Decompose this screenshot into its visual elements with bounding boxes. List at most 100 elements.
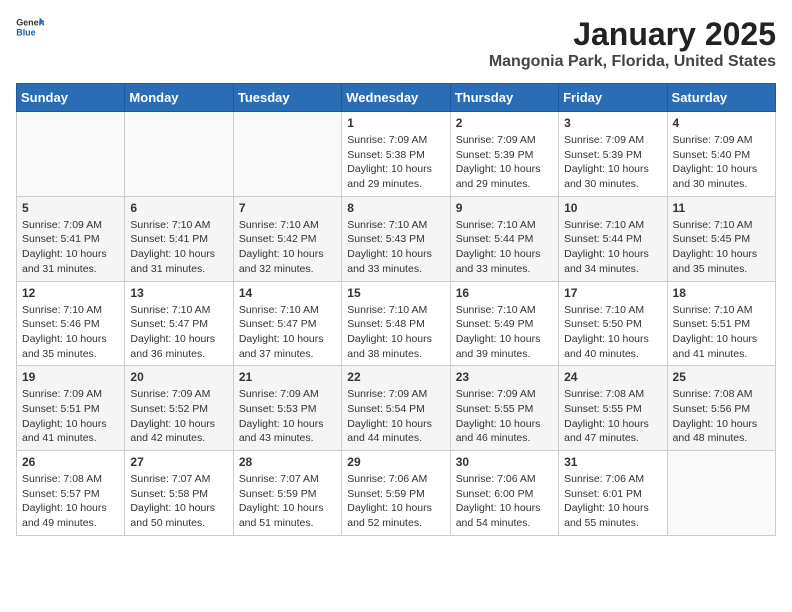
day-info: Sunrise: 7:10 AM Sunset: 5:44 PM Dayligh… bbox=[564, 218, 661, 277]
day-info: Sunrise: 7:09 AM Sunset: 5:54 PM Dayligh… bbox=[347, 387, 444, 446]
location-title: Mangonia Park, Florida, United States bbox=[489, 53, 776, 71]
calendar-header-row: SundayMondayTuesdayWednesdayThursdayFrid… bbox=[17, 84, 776, 112]
calendar-week-row: 5 Sunrise: 7:09 AM Sunset: 5:41 PM Daylig… bbox=[17, 196, 776, 281]
calendar-cell: 2Sunrise: 7:09 AM Sunset: 5:39 PM Daylig… bbox=[450, 112, 558, 197]
day-info: Sunrise: 7:06 AM Sunset: 5:59 PM Dayligh… bbox=[347, 472, 444, 531]
calendar-cell: 18 Sunrise: 7:10 AM Sunset: 5:51 PM Dayli… bbox=[667, 281, 775, 366]
calendar-cell: 16Sunrise: 7:10 AM Sunset: 5:49 PM Dayli… bbox=[450, 281, 558, 366]
calendar-cell bbox=[233, 112, 341, 197]
calendar-cell: 17 Sunrise: 7:10 AM Sunset: 5:50 PM Dayli… bbox=[559, 281, 667, 366]
day-info: Sunrise: 7:09 AM Sunset: 5:38 PM Dayligh… bbox=[347, 133, 444, 192]
day-number: 13 bbox=[130, 286, 227, 300]
day-number: 17 bbox=[564, 286, 661, 300]
calendar-header-monday: Monday bbox=[125, 84, 233, 112]
day-number: 5 bbox=[22, 201, 119, 215]
logo-icon: General Blue bbox=[16, 16, 44, 38]
day-info: Sunrise: 7:07 AM Sunset: 5:58 PM Dayligh… bbox=[130, 472, 227, 531]
calendar-cell: 21 Sunrise: 7:09 AM Sunset: 5:53 PM Dayli… bbox=[233, 366, 341, 451]
calendar-cell: 5 Sunrise: 7:09 AM Sunset: 5:41 PM Daylig… bbox=[17, 196, 125, 281]
day-number: 30 bbox=[456, 455, 553, 469]
day-number: 14 bbox=[239, 286, 336, 300]
day-info: Sunrise: 7:10 AM Sunset: 5:49 PM Dayligh… bbox=[456, 303, 553, 362]
calendar-week-row: 19 Sunrise: 7:09 AM Sunset: 5:51 PM Dayli… bbox=[17, 366, 776, 451]
day-number: 8 bbox=[347, 201, 444, 215]
calendar-table: SundayMondayTuesdayWednesdayThursdayFrid… bbox=[16, 83, 776, 536]
day-info: Sunrise: 7:09 AM Sunset: 5:53 PM Dayligh… bbox=[239, 387, 336, 446]
calendar-header-tuesday: Tuesday bbox=[233, 84, 341, 112]
day-number: 24 bbox=[564, 370, 661, 384]
day-info: Sunrise: 7:09 AM Sunset: 5:52 PM Dayligh… bbox=[130, 387, 227, 446]
calendar-cell: 10 Sunrise: 7:10 AM Sunset: 5:44 PM Dayli… bbox=[559, 196, 667, 281]
day-info: Sunrise: 7:10 AM Sunset: 5:48 PM Dayligh… bbox=[347, 303, 444, 362]
calendar-header-thursday: Thursday bbox=[450, 84, 558, 112]
day-info: Sunrise: 7:06 AM Sunset: 6:01 PM Dayligh… bbox=[564, 472, 661, 531]
day-number: 10 bbox=[564, 201, 661, 215]
svg-text:Blue: Blue bbox=[16, 27, 35, 37]
day-number: 29 bbox=[347, 455, 444, 469]
calendar-cell bbox=[667, 451, 775, 536]
calendar-header-friday: Friday bbox=[559, 84, 667, 112]
header: General Blue January 2025 Mangonia Park,… bbox=[16, 16, 776, 71]
calendar-cell: 24 Sunrise: 7:08 AM Sunset: 5:55 PM Dayli… bbox=[559, 366, 667, 451]
day-info: Sunrise: 7:08 AM Sunset: 5:57 PM Dayligh… bbox=[22, 472, 119, 531]
day-number: 12 bbox=[22, 286, 119, 300]
day-info: Sunrise: 7:06 AM Sunset: 6:00 PM Dayligh… bbox=[456, 472, 553, 531]
day-info: Sunrise: 7:08 AM Sunset: 5:56 PM Dayligh… bbox=[673, 387, 770, 446]
day-info: Sunrise: 7:10 AM Sunset: 5:50 PM Dayligh… bbox=[564, 303, 661, 362]
day-info: Sunrise: 7:10 AM Sunset: 5:46 PM Dayligh… bbox=[22, 303, 119, 362]
day-number: 11 bbox=[673, 201, 770, 215]
calendar-header-sunday: Sunday bbox=[17, 84, 125, 112]
month-title: January 2025 bbox=[489, 16, 776, 53]
day-number: 21 bbox=[239, 370, 336, 384]
day-info: Sunrise: 7:09 AM Sunset: 5:55 PM Dayligh… bbox=[456, 387, 553, 446]
calendar-cell: 27 Sunrise: 7:07 AM Sunset: 5:58 PM Dayli… bbox=[125, 451, 233, 536]
day-number: 25 bbox=[673, 370, 770, 384]
calendar-cell: 29 Sunrise: 7:06 AM Sunset: 5:59 PM Dayli… bbox=[342, 451, 450, 536]
day-info: Sunrise: 7:10 AM Sunset: 5:45 PM Dayligh… bbox=[673, 218, 770, 277]
day-number: 26 bbox=[22, 455, 119, 469]
day-number: 18 bbox=[673, 286, 770, 300]
calendar-week-row: 26 Sunrise: 7:08 AM Sunset: 5:57 PM Dayli… bbox=[17, 451, 776, 536]
day-info: Sunrise: 7:10 AM Sunset: 5:47 PM Dayligh… bbox=[239, 303, 336, 362]
day-info: Sunrise: 7:10 AM Sunset: 5:47 PM Dayligh… bbox=[130, 303, 227, 362]
calendar-week-row: 1 Sunrise: 7:09 AM Sunset: 5:38 PM Daylig… bbox=[17, 112, 776, 197]
calendar-header-wednesday: Wednesday bbox=[342, 84, 450, 112]
day-info: Sunrise: 7:09 AM Sunset: 5:51 PM Dayligh… bbox=[22, 387, 119, 446]
logo: General Blue bbox=[16, 16, 44, 38]
calendar-cell: 6 Sunrise: 7:10 AM Sunset: 5:41 PM Daylig… bbox=[125, 196, 233, 281]
day-number: 1 bbox=[347, 116, 444, 130]
calendar-cell: 23 Sunrise: 7:09 AM Sunset: 5:55 PM Dayli… bbox=[450, 366, 558, 451]
calendar-cell: 8 Sunrise: 7:10 AM Sunset: 5:43 PM Daylig… bbox=[342, 196, 450, 281]
calendar-cell: 28 Sunrise: 7:07 AM Sunset: 5:59 PM Dayli… bbox=[233, 451, 341, 536]
calendar-cell: 9 Sunrise: 7:10 AM Sunset: 5:44 PM Daylig… bbox=[450, 196, 558, 281]
day-info: Sunrise: 7:10 AM Sunset: 5:44 PM Dayligh… bbox=[456, 218, 553, 277]
day-info: Sunrise: 7:10 AM Sunset: 5:42 PM Dayligh… bbox=[239, 218, 336, 277]
day-info: Sunrise: 7:10 AM Sunset: 5:43 PM Dayligh… bbox=[347, 218, 444, 277]
day-info: Sunrise: 7:07 AM Sunset: 5:59 PM Dayligh… bbox=[239, 472, 336, 531]
day-number: 28 bbox=[239, 455, 336, 469]
day-number: 3 bbox=[564, 116, 661, 130]
calendar-header-saturday: Saturday bbox=[667, 84, 775, 112]
day-number: 22 bbox=[347, 370, 444, 384]
calendar-cell: 19 Sunrise: 7:09 AM Sunset: 5:51 PM Dayli… bbox=[17, 366, 125, 451]
day-number: 27 bbox=[130, 455, 227, 469]
day-info: Sunrise: 7:10 AM Sunset: 5:41 PM Dayligh… bbox=[130, 218, 227, 277]
day-info: Sunrise: 7:10 AM Sunset: 5:51 PM Dayligh… bbox=[673, 303, 770, 362]
day-number: 9 bbox=[456, 201, 553, 215]
day-number: 7 bbox=[239, 201, 336, 215]
day-number: 4 bbox=[673, 116, 770, 130]
day-number: 19 bbox=[22, 370, 119, 384]
day-number: 6 bbox=[130, 201, 227, 215]
day-info: Sunrise: 7:09 AM Sunset: 5:39 PM Dayligh… bbox=[564, 133, 661, 192]
calendar-cell: 31Sunrise: 7:06 AM Sunset: 6:01 PM Dayli… bbox=[559, 451, 667, 536]
day-number: 23 bbox=[456, 370, 553, 384]
calendar-cell: 11 Sunrise: 7:10 AM Sunset: 5:45 PM Dayli… bbox=[667, 196, 775, 281]
calendar-cell: 20Sunrise: 7:09 AM Sunset: 5:52 PM Dayli… bbox=[125, 366, 233, 451]
calendar-cell: 3 Sunrise: 7:09 AM Sunset: 5:39 PM Daylig… bbox=[559, 112, 667, 197]
day-info: Sunrise: 7:08 AM Sunset: 5:55 PM Dayligh… bbox=[564, 387, 661, 446]
day-number: 2 bbox=[456, 116, 553, 130]
day-info: Sunrise: 7:09 AM Sunset: 5:41 PM Dayligh… bbox=[22, 218, 119, 277]
calendar-cell: 12 Sunrise: 7:10 AM Sunset: 5:46 PM Dayli… bbox=[17, 281, 125, 366]
day-info: Sunrise: 7:09 AM Sunset: 5:40 PM Dayligh… bbox=[673, 133, 770, 192]
calendar-cell: 14 Sunrise: 7:10 AM Sunset: 5:47 PM Dayli… bbox=[233, 281, 341, 366]
